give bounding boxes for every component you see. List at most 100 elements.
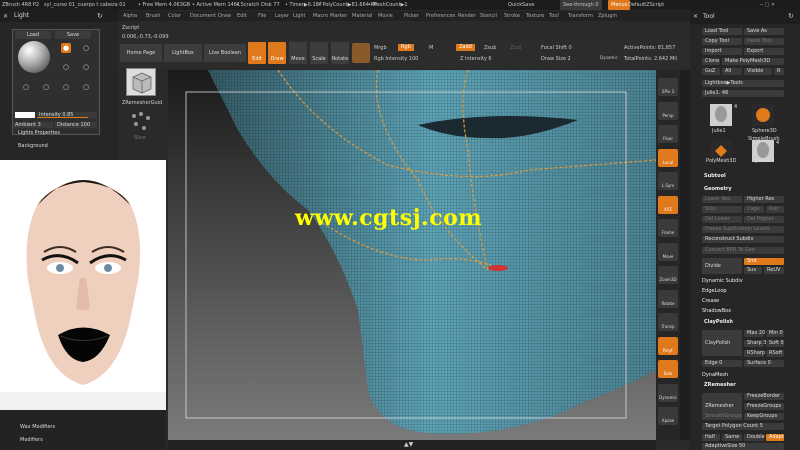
light-color-swatch[interactable] xyxy=(15,112,35,118)
adaptive-size-slider[interactable]: AdaptiveSize 50 xyxy=(702,443,784,450)
rotate-button[interactable]: Rotate xyxy=(331,42,349,64)
menu-item-picker[interactable]: Picker xyxy=(404,11,419,21)
dynamic-toggle[interactable]: Dynamic xyxy=(600,55,618,60)
menu-item-tool[interactable]: Tool xyxy=(549,11,559,21)
load-tool-button[interactable]: Load Tool xyxy=(702,28,742,35)
menu-item-edit[interactable]: Edit xyxy=(237,11,247,21)
edgeloop-item[interactable]: EdgeLoop xyxy=(702,288,727,294)
lightbox-button[interactable]: LightBox xyxy=(164,44,202,62)
light-load-button[interactable]: Load xyxy=(15,31,51,39)
shelf-xyz[interactable]: XYZ xyxy=(658,195,678,214)
paste-tool-button[interactable]: Paste Tool xyxy=(744,38,784,45)
menu-item-material[interactable]: Material xyxy=(352,11,372,21)
half-button[interactable]: Half xyxy=(702,434,720,441)
rstr-button[interactable]: Rstr xyxy=(766,206,784,213)
julie-thumbnail[interactable] xyxy=(710,104,732,126)
visible-button[interactable]: Visible xyxy=(744,68,772,75)
shelf-zoom3d[interactable]: Zoom3D xyxy=(658,266,678,284)
all-button[interactable]: All xyxy=(722,68,742,75)
shelf-l-sym[interactable]: L.Sym xyxy=(658,172,678,190)
menus-button[interactable]: Menus xyxy=(608,0,631,10)
shelf-dynamic[interactable]: Dynamic xyxy=(658,383,678,402)
live-boolean-button[interactable]: Live Boolean xyxy=(204,44,246,62)
current-tool-slider[interactable]: Julie1. 48 xyxy=(702,90,784,97)
rsharp-slider[interactable]: RSharp xyxy=(744,350,765,357)
light-bulb-icon[interactable]: ○ xyxy=(41,82,51,92)
background-item[interactable]: Background xyxy=(18,143,48,149)
menu-item-marker[interactable]: Marker xyxy=(330,11,347,21)
menu-item-color[interactable]: Color xyxy=(168,11,181,21)
shelf-transp[interactable]: Transp xyxy=(658,313,678,331)
goz-button[interactable]: GoZ xyxy=(702,68,720,75)
shelf-persp[interactable]: Persp xyxy=(658,101,678,120)
dynamic-subdiv-item[interactable]: Dynamic Subdiv xyxy=(702,278,743,284)
distance-slider[interactable]: Distance 100 xyxy=(55,122,97,128)
light-bulb-icon[interactable]: ● xyxy=(61,43,71,53)
keep-groups-toggle[interactable]: KeepGroups xyxy=(744,413,784,420)
sphere3d-thumbnail[interactable] xyxy=(752,104,774,126)
default-zscript-button[interactable]: DefaultZScript xyxy=(628,0,664,10)
copy-tool-button[interactable]: Copy Tool xyxy=(702,38,742,45)
refresh-icon[interactable]: ↻ xyxy=(788,12,794,20)
light-save-button[interactable]: Save xyxy=(55,31,91,39)
divide-button[interactable]: Divide xyxy=(702,258,742,274)
menu-item-layer[interactable]: Layer xyxy=(275,11,289,21)
refresh-icon[interactable]: ↻ xyxy=(97,12,103,20)
shelf-frame[interactable]: Frame xyxy=(658,219,678,237)
lower-res-button[interactable]: Lower Res xyxy=(702,196,742,203)
menu-item-preferences[interactable]: Preferences xyxy=(426,11,455,21)
suv-toggle[interactable]: Suv xyxy=(744,267,762,274)
focal-shift-slider[interactable]: Focal Shift 0 xyxy=(541,45,572,51)
lightbox-tools-button[interactable]: Lightbox▶Tools xyxy=(702,80,784,87)
subtool-header[interactable]: Subtool xyxy=(704,173,726,179)
sdiv-slider[interactable]: SDiv xyxy=(702,206,742,213)
reuv-toggle[interactable]: ReUV xyxy=(764,267,784,274)
modifiers-item[interactable]: Modifiers xyxy=(20,437,43,443)
shelf-move[interactable]: Move xyxy=(658,242,678,261)
menu-item-alpha[interactable]: Alpha xyxy=(123,11,137,21)
ambient-slider[interactable]: Ambient 3 xyxy=(13,122,53,128)
menu-item-light[interactable]: Light xyxy=(293,11,305,21)
shelf-polyf[interactable]: PolyF xyxy=(658,336,678,355)
del-higher-button[interactable]: Del Higher xyxy=(744,216,784,223)
dynamesh-item[interactable]: DynaMesh xyxy=(702,372,728,378)
shelf-rotate[interactable]: Rotate xyxy=(658,289,678,308)
min-slider[interactable]: Min 0 xyxy=(766,330,784,337)
menu-item-file[interactable]: File xyxy=(258,11,266,21)
light-bulb-icon[interactable]: ○ xyxy=(61,82,71,92)
cage-button[interactable]: Cage xyxy=(744,206,764,213)
light-sphere-preview[interactable] xyxy=(18,41,50,73)
home-page-button[interactable]: Home Page xyxy=(120,44,162,62)
menu-item-macro[interactable]: Macro xyxy=(313,11,328,21)
menu-item-draw[interactable]: Draw xyxy=(218,11,231,21)
smooth-groups-slider[interactable]: SmoothGroups xyxy=(702,413,742,420)
shelf-local[interactable]: Local xyxy=(658,148,678,167)
menu-item-stroke[interactable]: Stroke xyxy=(504,11,520,21)
close-icon[interactable]: ✕ xyxy=(3,13,8,20)
expand-icon[interactable]: ▲▼ xyxy=(404,441,413,448)
light-bulb-icon[interactable]: ○ xyxy=(81,82,91,92)
menu-item-movie[interactable]: Movie xyxy=(378,11,393,21)
window-controls[interactable]: ─ □ ✕ xyxy=(760,0,775,10)
zcut-toggle[interactable]: Zcut xyxy=(510,45,521,51)
sharp-slider[interactable]: Sharp 30 xyxy=(744,340,770,347)
draw-size-slider[interactable]: Draw Size 2 xyxy=(541,56,571,62)
shelf-xpose[interactable]: Xpose xyxy=(658,407,678,425)
mrgb-toggle[interactable]: Mrgb xyxy=(374,45,387,51)
close-icon[interactable]: ✕ xyxy=(693,13,698,20)
same-button[interactable]: Same xyxy=(722,434,742,441)
canvas-viewport[interactable] xyxy=(168,70,656,440)
scale-button[interactable]: Scale xyxy=(310,42,328,64)
del-lower-button[interactable]: Del Lower xyxy=(702,216,742,223)
zsub-toggle[interactable]: Zsub xyxy=(484,45,496,51)
light-bulb-icon[interactable]: ○ xyxy=(21,82,31,92)
soft-slider[interactable]: Soft 0 xyxy=(766,340,784,347)
shelf-floor[interactable]: Floor xyxy=(658,125,678,143)
save-as-button[interactable]: Save As xyxy=(744,28,784,35)
zremesher-header[interactable]: ZRemesher xyxy=(704,382,736,388)
move-button[interactable]: Move xyxy=(289,42,307,64)
menu-item-stencil[interactable]: Stencil xyxy=(480,11,497,21)
edge-slider[interactable]: Edge 0 xyxy=(702,360,742,367)
m-toggle[interactable]: M xyxy=(429,45,433,51)
quicksave-button[interactable]: QuickSave xyxy=(508,0,534,10)
